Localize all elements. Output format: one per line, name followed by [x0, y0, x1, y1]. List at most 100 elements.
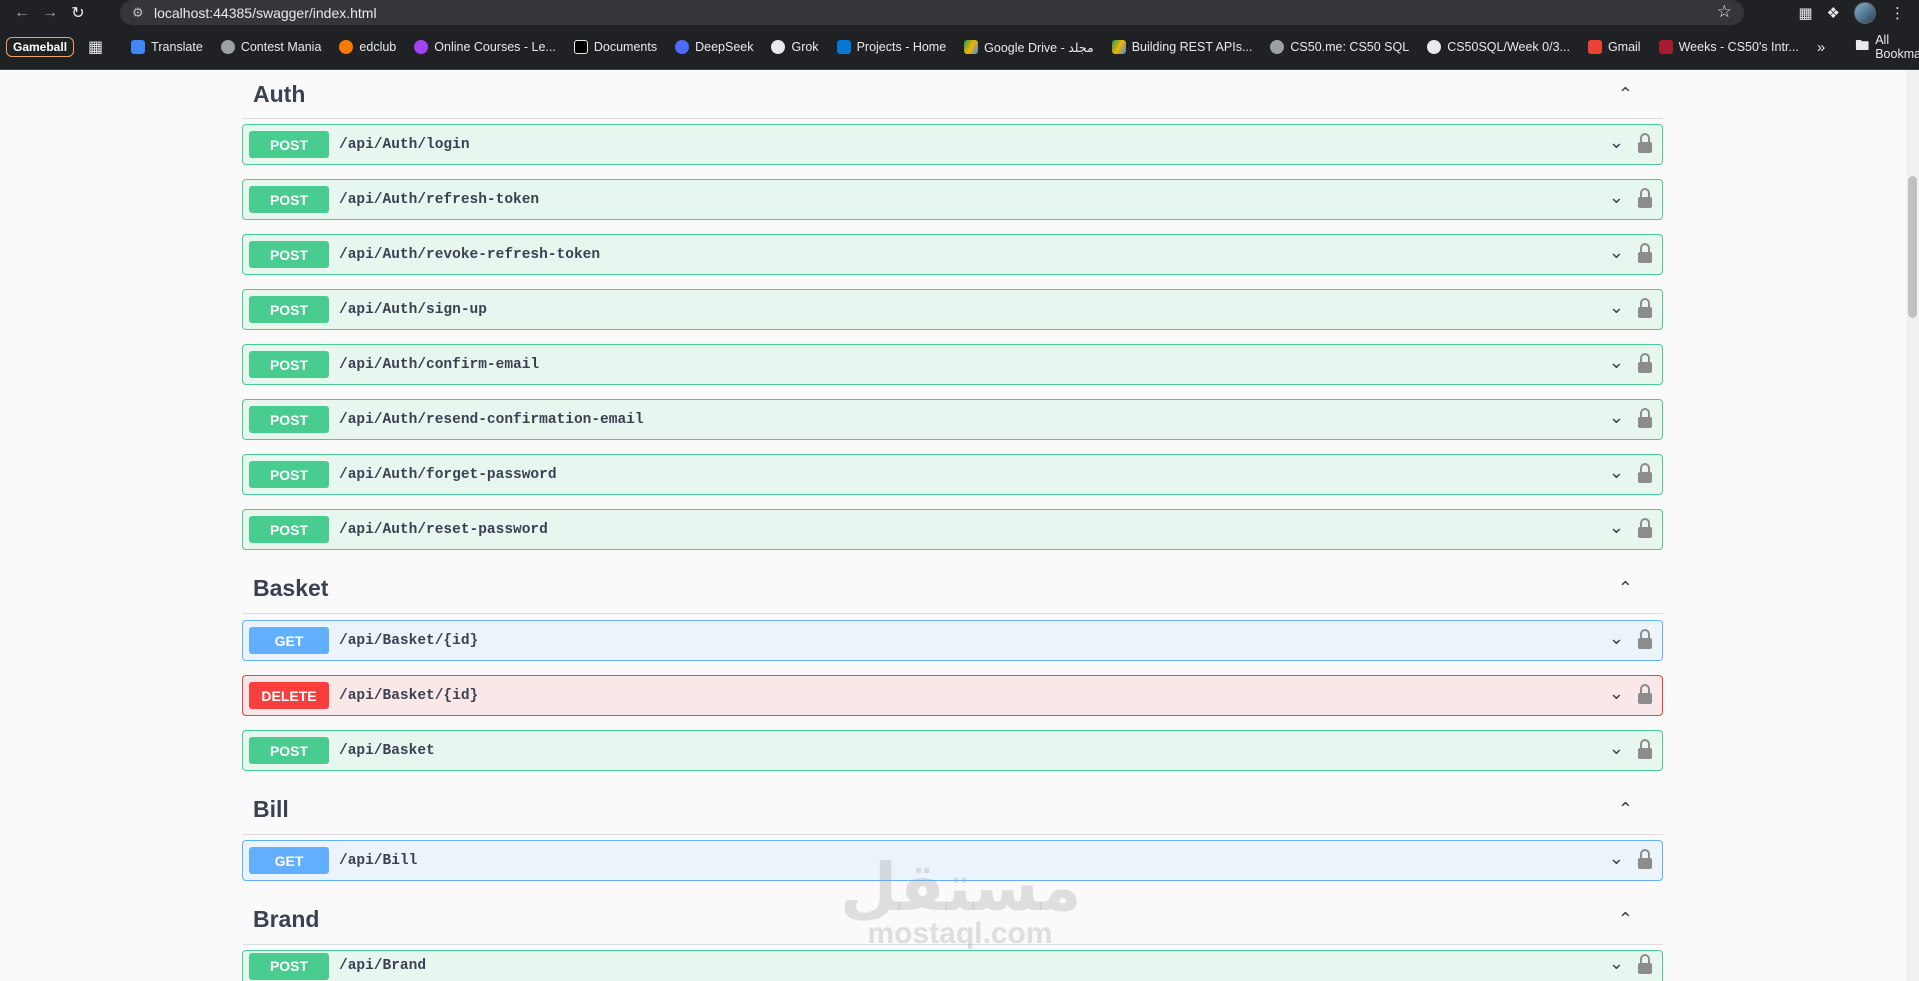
operation-delete-basket-id[interactable]: DELETE /api/Basket/{id} ⌄ — [242, 675, 1663, 716]
bookmark-star-icon[interactable]: ☆ — [1717, 2, 1732, 22]
qr-code-icon[interactable]: ▦ — [1798, 4, 1812, 22]
method-badge: GET — [249, 847, 329, 874]
chevron-down-icon[interactable]: ⌄ — [1609, 242, 1624, 263]
operation-get-basket-id[interactable]: GET /api/Basket/{id} ⌄ — [242, 620, 1663, 661]
operation-post-auth-forget-password[interactable]: POST /api/Auth/forget-password ⌄ — [242, 454, 1663, 495]
chevron-down-icon[interactable]: ⌄ — [1609, 352, 1624, 373]
shield-icon — [414, 40, 429, 54]
section-title: Brand — [253, 906, 320, 932]
chevron-down-icon[interactable]: ⌄ — [1609, 683, 1624, 704]
operation-post-auth-login[interactable]: POST /api/Auth/login ⌄ — [242, 124, 1663, 165]
profile-avatar[interactable] — [1854, 1, 1876, 24]
operation-path: /api/Auth/resend-confirmation-email — [339, 411, 644, 428]
chevron-up-icon[interactable]: ⌃ — [1618, 84, 1633, 105]
lock-icon[interactable] — [1638, 242, 1652, 263]
watermark-arabic: مستقل — [840, 849, 1082, 926]
extensions-icon[interactable]: ❖ — [1827, 4, 1840, 22]
chevron-down-icon[interactable]: ⌄ — [1609, 297, 1624, 318]
operation-path: /api/Auth/confirm-email — [339, 356, 540, 373]
folder-icon: 🖿 — [1855, 37, 1870, 53]
method-badge: POST — [249, 952, 329, 980]
more-bookmarks-icon[interactable]: » — [1817, 39, 1825, 56]
bookmark-grok[interactable]: Grok — [771, 40, 819, 54]
bookmark-building-rest-apis[interactable]: Building REST APIs... — [1111, 40, 1252, 54]
address-bar[interactable]: ⚙ localhost:44385/swagger/index.html ☆ — [120, 0, 1744, 25]
lock-icon[interactable] — [1638, 407, 1652, 428]
operation-post-auth-refresh-token[interactable]: POST /api/Auth/refresh-token ⌄ — [242, 179, 1663, 220]
bookmark-contest-mania[interactable]: Contest Mania — [220, 40, 321, 54]
section-header-basket[interactable]: Basket ⌃ — [243, 564, 1663, 614]
section-header-auth[interactable]: Auth ⌃ — [243, 70, 1663, 119]
chevron-up-icon[interactable]: ⌃ — [1618, 799, 1633, 820]
method-badge: POST — [249, 516, 329, 543]
operation-post-auth-sign-up[interactable]: POST /api/Auth/sign-up ⌄ — [242, 289, 1663, 330]
operation-post-auth-revoke-refresh-token[interactable]: POST /api/Auth/revoke-refresh-token ⌄ — [242, 234, 1663, 275]
chevron-down-icon[interactable]: ⌄ — [1609, 132, 1624, 153]
lock-icon[interactable] — [1638, 848, 1652, 869]
method-badge: DELETE — [249, 682, 329, 709]
chevron-down-icon[interactable]: ⌄ — [1609, 848, 1624, 869]
reload-icon[interactable]: ↻ — [64, 0, 92, 25]
translate-icon — [131, 40, 146, 54]
chevron-down-icon[interactable]: ⌄ — [1609, 628, 1624, 649]
section-title: Bill — [253, 796, 289, 822]
chevron-down-icon[interactable]: ⌄ — [1609, 738, 1624, 759]
bookmark-edclub[interactable]: edclub — [339, 40, 396, 54]
lock-icon[interactable] — [1638, 517, 1652, 538]
operation-path: /api/Auth/refresh-token — [339, 191, 540, 208]
all-bookmarks-button[interactable]: 🖿All Bookmarks — [1855, 33, 1919, 61]
bookmark-deepseek[interactable]: DeepSeek — [675, 40, 753, 54]
operation-path: /api/Basket/{id} — [339, 632, 479, 649]
chevron-down-icon[interactable]: ⌄ — [1609, 517, 1624, 538]
lock-icon[interactable] — [1638, 462, 1652, 483]
lock-icon[interactable] — [1638, 628, 1652, 649]
bookmark-gameball[interactable]: Gameball — [6, 37, 75, 57]
lock-icon[interactable] — [1638, 297, 1652, 318]
watermark-latin: mostaql.com — [867, 917, 1053, 950]
operation-post-auth-confirm-email[interactable]: POST /api/Auth/confirm-email ⌄ — [242, 344, 1663, 385]
mostaql-watermark: مستقل mostaql.com — [840, 849, 1082, 951]
operation-post-auth-reset-password[interactable]: POST /api/Auth/reset-password ⌄ — [242, 509, 1663, 550]
operation-path: /api/Auth/login — [339, 136, 470, 153]
lock-icon[interactable] — [1638, 352, 1652, 373]
operation-post-auth-resend-confirmation-email[interactable]: POST /api/Auth/resend-confirmation-email… — [242, 399, 1663, 440]
operation-path: /api/Auth/revoke-refresh-token — [339, 246, 601, 263]
back-arrow-icon[interactable]: ← — [8, 0, 36, 25]
bookmark-online-courses[interactable]: Online Courses - Le... — [414, 40, 556, 54]
chevron-up-icon[interactable]: ⌃ — [1618, 909, 1633, 930]
section-title: Auth — [253, 80, 306, 107]
chevron-down-icon[interactable]: ⌄ — [1609, 462, 1624, 483]
bookmark-projects-home[interactable]: Projects - Home — [836, 40, 946, 54]
bookmark-gmail[interactable]: Gmail — [1587, 40, 1641, 54]
lock-icon[interactable] — [1638, 187, 1652, 208]
operation-post-brand[interactable]: POST /api/Brand ⌄ — [242, 950, 1663, 981]
section-title: Basket — [253, 575, 329, 601]
forward-arrow-icon[interactable]: → — [36, 0, 64, 25]
operation-post-basket[interactable]: POST /api/Basket ⌄ — [242, 730, 1663, 771]
chevron-down-icon[interactable]: ⌄ — [1609, 187, 1624, 208]
lock-icon[interactable] — [1638, 953, 1652, 974]
bookmark-weeks-cs50[interactable]: Weeks - CS50's Intr... — [1658, 40, 1799, 54]
whale-icon — [675, 40, 690, 54]
bookmark-google-drive[interactable]: Google Drive - مجلد — [964, 40, 1094, 55]
bookmark-cs50-me[interactable]: CS50.me: CS50 SQL — [1270, 40, 1409, 54]
section-header-bill[interactable]: Bill ⌃ — [243, 785, 1663, 835]
chevron-down-icon[interactable]: ⌄ — [1609, 407, 1624, 428]
bookmark-translate[interactable]: Translate — [131, 40, 203, 54]
document-icon — [573, 40, 588, 54]
bookmark-documents[interactable]: Documents — [573, 40, 657, 54]
menu-kebab-icon[interactable]: ⋮ — [1890, 4, 1905, 22]
lock-icon[interactable] — [1638, 132, 1652, 153]
apps-grid-icon[interactable]: ▦ — [88, 37, 103, 57]
method-badge: GET — [249, 627, 329, 654]
scrollbar-thumb[interactable] — [1908, 176, 1917, 318]
lock-icon[interactable] — [1638, 683, 1652, 704]
site-info-icon[interactable]: ⚙ — [132, 5, 154, 21]
bookmark-cs50sql-week[interactable]: CS50SQL/Week 0/3... — [1427, 40, 1570, 54]
url-text[interactable]: localhost:44385/swagger/index.html — [154, 5, 377, 21]
chevron-down-icon[interactable]: ⌄ — [1609, 953, 1624, 974]
operation-path: /api/Basket/{id} — [339, 687, 479, 704]
chevron-up-icon[interactable]: ⌃ — [1618, 578, 1633, 599]
lock-icon[interactable] — [1638, 738, 1652, 759]
method-badge: POST — [249, 241, 329, 268]
